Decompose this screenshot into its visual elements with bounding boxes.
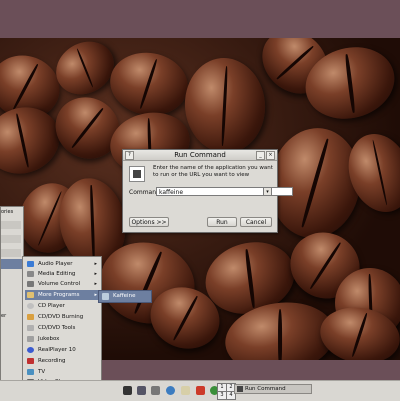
browser-icon[interactable] [166, 386, 175, 395]
taskbar-run-command[interactable]: Run Command [234, 384, 312, 394]
mail-icon[interactable] [181, 386, 190, 395]
coffee-bean [181, 54, 269, 157]
menu-category-label[interactable]: ories [1, 209, 13, 215]
menu-item-cd-dvd-burning[interactable]: CD/DVD Burning [25, 312, 101, 322]
cancel-button[interactable]: Cancel [240, 217, 272, 227]
menu-category-label[interactable]: er [1, 313, 6, 319]
close-icon[interactable]: × [266, 151, 275, 160]
submenu-item-kaffeine[interactable]: Kaffeine [98, 290, 152, 303]
terminal-icon[interactable] [123, 386, 132, 395]
menu-item-recording[interactable]: Recording [25, 356, 101, 366]
gmail-icon[interactable] [196, 386, 205, 395]
jukebox-icon [27, 336, 34, 342]
run-button[interactable]: Run [207, 217, 237, 227]
menu-categories: ories er [0, 206, 24, 388]
dialog-titlebar[interactable]: Run Command ? _ × [123, 150, 277, 161]
menu-item-tv[interactable]: TV [25, 367, 101, 377]
kaffeine-icon [102, 293, 109, 300]
menu-item-cd-player[interactable]: CD Player [25, 301, 101, 311]
dialog-title: Run Command [174, 151, 226, 159]
coffee-bean [105, 46, 193, 122]
taskbar-label: Run Command [245, 386, 286, 392]
microphone-icon [27, 358, 34, 364]
audio-player-icon [27, 261, 34, 267]
menu-category-item[interactable] [1, 235, 21, 243]
monitor-icon[interactable] [137, 386, 146, 395]
media-editing-icon [27, 271, 34, 277]
options-button[interactable]: Options >> [129, 217, 169, 227]
menu-item-cd-dvd-tools[interactable]: CD/DVD Tools [25, 323, 101, 333]
menu-item-media-editing[interactable]: Media Editing ▸ [25, 269, 101, 279]
menu-item-volume-control[interactable]: Volume Control ▸ [25, 279, 101, 289]
menu-item-jukebox[interactable]: Jukebox [25, 334, 101, 344]
run-command-icon-small [237, 386, 243, 392]
help-icon[interactable]: ? [125, 151, 134, 160]
volume-icon [27, 281, 34, 287]
multimedia-submenu: Audio Player ▸ Media Editing ▸ Volume Cont… [22, 256, 102, 388]
command-history-dropdown[interactable]: ▾ [263, 187, 272, 196]
command-input[interactable]: kaffeine [156, 187, 293, 196]
system-icon[interactable] [151, 386, 160, 395]
dialog-message: Enter the name of the application you wa… [153, 165, 273, 178]
menu-item-audio-player[interactable]: Audio Player ▸ [25, 259, 101, 269]
run-command-icon [129, 166, 145, 182]
minimize-icon[interactable]: _ [256, 151, 265, 160]
burn-icon [27, 314, 34, 320]
menu-category-item[interactable] [1, 221, 21, 229]
folder-icon [27, 292, 34, 298]
menu-item-more-programs[interactable]: More Programs ▸ [25, 290, 101, 300]
run-command-dialog: Run Command ? _ × Enter the name of the … [122, 149, 293, 233]
disc-tools-icon [27, 325, 34, 331]
menu-category-multimedia-selected[interactable] [1, 259, 23, 269]
cd-icon [27, 303, 34, 309]
top-frame [0, 0, 400, 38]
realplayer-icon [27, 347, 34, 353]
tv-icon [27, 369, 34, 375]
menu-category-item[interactable] [1, 249, 21, 257]
menu-item-realplayer[interactable]: RealPlayer 10 [25, 345, 101, 355]
